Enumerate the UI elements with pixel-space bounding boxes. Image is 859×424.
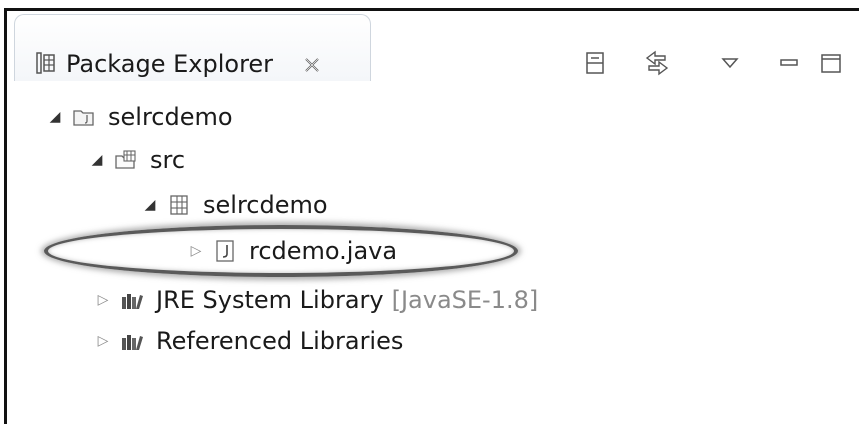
view-menu-icon [721,58,739,69]
tree-item-src[interactable]: ◢ src [90,144,185,176]
library-icon [122,294,143,309]
close-icon[interactable] [302,55,322,75]
tree-item-package[interactable]: ◢ selrcdemo [143,189,328,221]
package-icon [170,195,188,215]
view-menu-button[interactable] [717,48,743,78]
java-project-icon [73,110,94,126]
collapsed-arrow-icon[interactable]: ▷ [96,333,110,349]
maximize-icon [821,54,841,73]
link-with-editor-icon [645,50,669,76]
highlight-circle [44,225,518,277]
minimize-icon [780,59,798,66]
collapse-all-button[interactable] [582,48,608,78]
package-explorer-icon [36,52,55,74]
tree-item-label: selrcdemo [203,191,328,219]
tree-item-label: selrcdemo [108,103,233,131]
collapse-all-icon [586,52,604,74]
minimize-button[interactable] [776,48,802,78]
tree-item-label: JRE System Library [156,286,384,314]
library-icon [122,335,143,350]
maximize-button[interactable] [818,48,844,78]
view-title: Package Explorer [66,50,274,78]
tree-item-label: Referenced Libraries [156,327,404,355]
tree-item-decoration: [JavaSE-1.8] [391,286,539,314]
source-folder-icon [115,150,136,169]
tree-item-referenced-libraries[interactable]: ▷ Referenced Libraries [96,325,404,357]
tree-item-jre-library[interactable]: ▷ JRE System Library [JavaSE-1.8] [96,284,539,316]
expanded-arrow-icon[interactable]: ◢ [48,109,62,125]
link-with-editor-button[interactable] [640,48,674,78]
tree-item-label: src [150,146,186,174]
tree-item-project[interactable]: ◢ selrcdemo [48,101,233,133]
expanded-arrow-icon[interactable]: ◢ [90,152,104,168]
expanded-arrow-icon[interactable]: ◢ [143,197,157,213]
collapsed-arrow-icon[interactable]: ▷ [96,292,110,308]
